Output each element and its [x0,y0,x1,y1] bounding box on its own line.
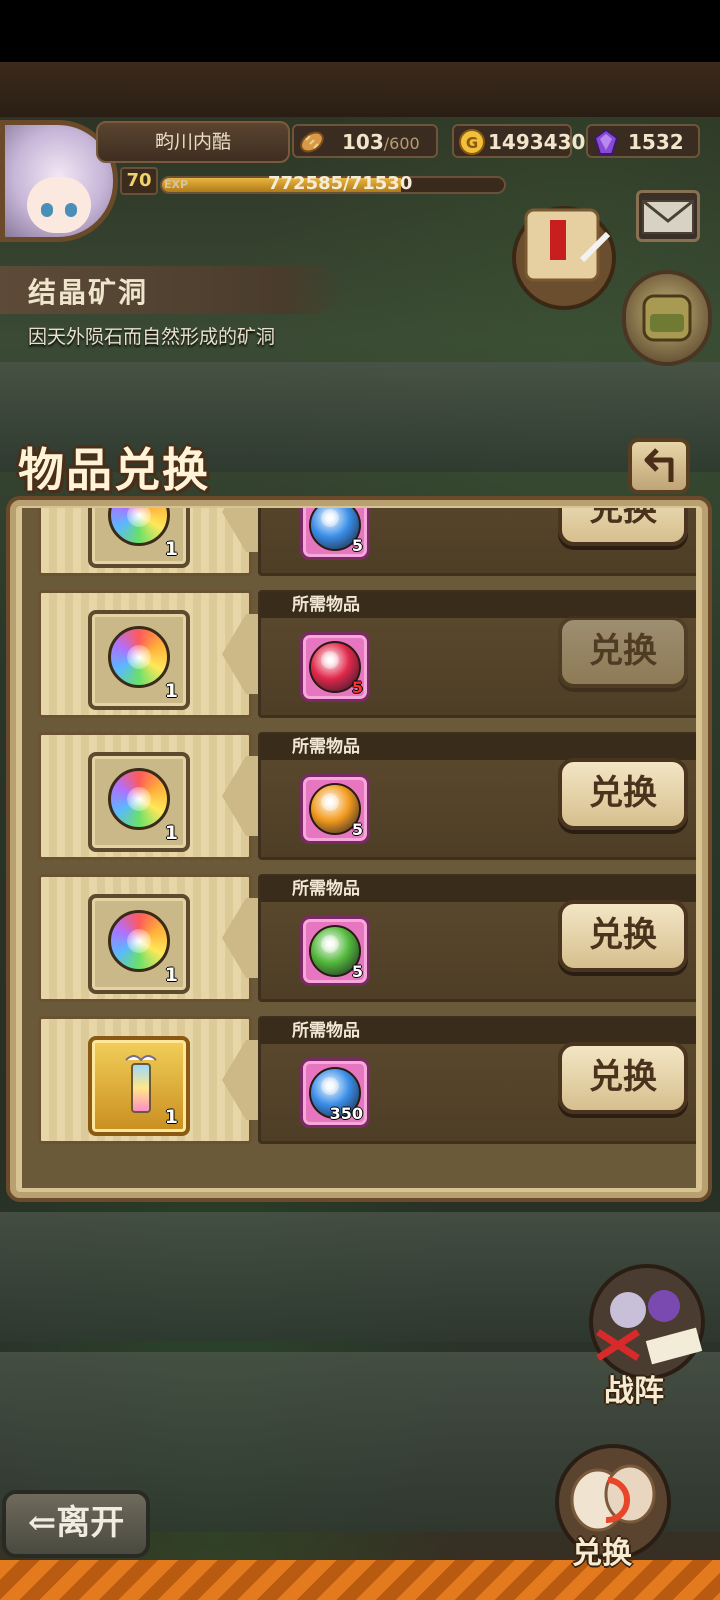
required-items-label: 所需物品 [260,1018,696,1044]
exchange-row: 所需物品 1 350 兑换 [38,1016,696,1144]
svg-text:G: G [466,134,478,152]
purple-gem-icon [593,128,619,155]
rainbow-orb-icon [108,626,170,688]
leave-button[interactable]: ⇐离开 [2,1490,150,1558]
exchange-button[interactable]: 兑换 [558,508,688,546]
player-level: 70 [120,167,158,195]
hud-bar [0,62,720,117]
panel-title: 物品兑换 [18,443,210,497]
exchange-button[interactable]: 兑换 [558,900,688,972]
reward-slot[interactable]: 1 [88,752,190,852]
reward-slot[interactable]: 1 [88,508,190,568]
gem-counter[interactable]: 1532 [586,124,700,158]
player-name: 畇川内酷 [96,121,290,163]
gold-coin-icon: G [459,129,485,155]
exchange-button[interactable]: 兑换 [558,1042,688,1114]
exchange-row: 1 5 兑换 [38,508,696,576]
reward-quantity: 1 [164,680,178,702]
backpack-button[interactable] [622,270,712,366]
gem-value: 1532 [628,130,684,154]
map-scroll-icon[interactable] [512,200,616,312]
required-items-label: 所需物品 [260,734,696,760]
exchange-row: 所需物品 1 5 兑换 [38,590,696,718]
exchange-row: 所需物品 1 5 兑换 [38,732,696,860]
reward-quantity: 1 [164,822,178,844]
exchange-panel: 1 5 兑换 所需物品 1 5 兑换 所需物品 1 5 兑换 所需物品 1 5 … [6,496,712,1202]
stamina-counter[interactable]: 103/600 [292,124,438,158]
exchange-button[interactable]: 兑换 [558,616,688,688]
backpack-icon [642,294,692,342]
winged-lantern-icon [125,1055,157,1113]
required-item-slot[interactable]: 5 [300,774,370,844]
exp-tag: EXP [164,178,189,191]
stamina-value: 103/600 [342,130,420,154]
envelope-icon [642,199,694,234]
required-quantity: 5 [351,678,363,697]
bread-icon [300,131,324,153]
location-title: 结晶矿洞 [28,276,149,309]
required-item-slot[interactable]: 5 [300,632,370,702]
exchange-list[interactable]: 1 5 兑换 所需物品 1 5 兑换 所需物品 1 5 兑换 所需物品 1 5 … [22,508,696,1188]
location-description: 因天外陨石而自然形成的矿洞 [28,326,276,348]
back-button[interactable] [628,438,690,494]
required-item-slot[interactable]: 350 [300,1058,370,1128]
gold-value: 1493430 [488,130,586,154]
reward-quantity: 1 [164,964,178,986]
required-items-label: 所需物品 [260,592,696,618]
reward-slot[interactable]: 1 [88,610,190,710]
exchange-main-label: 兑换 [572,1536,632,1571]
required-item-slot[interactable]: 5 [300,916,370,986]
required-items-label: 所需物品 [260,876,696,902]
formation-label: 战阵 [604,1374,664,1409]
reward-quantity: 1 [164,538,178,560]
required-quantity: 5 [351,962,363,981]
reward-quantity: 1 [164,1106,178,1128]
required-quantity: 350 [329,1104,363,1123]
exchange-button[interactable]: 兑换 [558,758,688,830]
exchange-row: 所需物品 1 5 兑换 [38,874,696,1002]
reward-slot[interactable]: 1 [88,894,190,994]
avatar-face [27,177,91,233]
exp-text: 772585/71530 [268,173,413,194]
rainbow-orb-icon [108,508,170,546]
rainbow-orb-icon [108,768,170,830]
required-quantity: 5 [351,820,363,839]
return-arrow-icon [644,448,674,482]
avatar-eye [41,203,53,217]
required-item-slot[interactable]: 5 [300,508,370,560]
mail-button[interactable] [636,190,700,242]
avatar-eye [65,203,77,217]
rainbow-orb-icon [108,910,170,972]
gold-counter[interactable]: G 1493430 [452,124,585,158]
reward-slot[interactable]: 1 [88,1036,190,1136]
required-quantity: 5 [351,536,363,555]
